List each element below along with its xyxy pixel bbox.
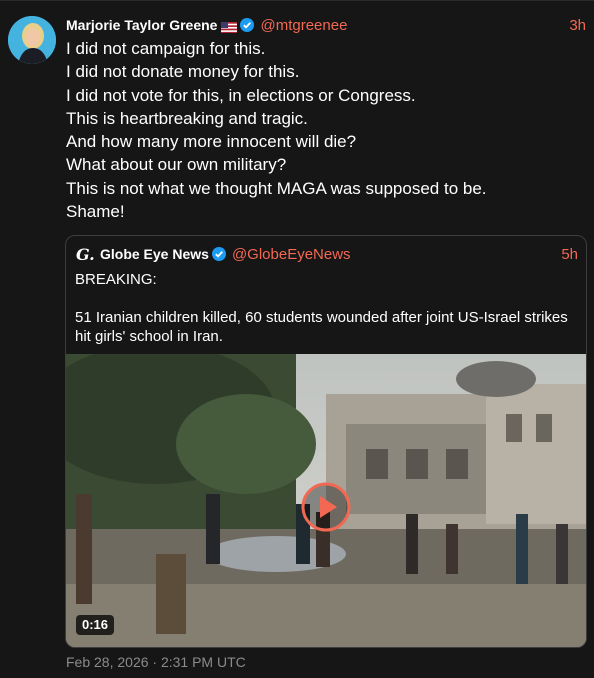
avatar-image xyxy=(8,16,56,64)
quote-header: G. Globe Eye News @GlobeEyeNews 5h xyxy=(76,244,578,264)
post-line: Shame! xyxy=(66,202,125,222)
avatar[interactable] xyxy=(8,16,56,64)
top-divider xyxy=(0,0,594,1)
post-line: I did not vote for this, in elections or… xyxy=(66,85,416,105)
video-duration: 0:16 xyxy=(76,615,115,635)
quote-logo: G. xyxy=(76,244,95,264)
post-time[interactable]: 3h xyxy=(569,17,586,34)
quote-author-handle[interactable]: @GlobeEyeNews xyxy=(232,246,351,263)
us-flag-icon xyxy=(221,20,238,33)
quoted-post[interactable]: G. Globe Eye News @GlobeEyeNews 5h BREAK… xyxy=(65,235,587,648)
quote-text: BREAKING: 51 Iranian children killed, 60… xyxy=(75,270,576,346)
post-line: I did not campaign for this. xyxy=(66,39,266,58)
post-header: Marjorie Taylor Greene @mtgreenee 3h xyxy=(66,15,586,35)
quote-text-line: 51 Iranian children killed, 60 students … xyxy=(75,309,568,345)
post-line: This is not what we thought MAGA was sup… xyxy=(66,178,487,198)
post-timestamp[interactable]: Feb 28, 2026 · 2:31 PM UTC xyxy=(66,654,246,670)
quote-time[interactable]: 5h xyxy=(561,246,578,263)
verified-badge-icon xyxy=(211,247,226,261)
author-name[interactable]: Marjorie Taylor Greene xyxy=(66,17,217,33)
post-line: I did not donate money for this. xyxy=(66,62,300,82)
quote-text-line: BREAKING: xyxy=(75,271,157,288)
video-player[interactable]: 0:16 xyxy=(66,354,586,647)
play-button-icon[interactable] xyxy=(301,482,351,532)
post-line: What about our own military? xyxy=(66,155,287,175)
post-text: I did not campaign for this. I did not d… xyxy=(66,37,574,223)
post-line: And how many more innocent will die? xyxy=(66,132,357,152)
post-line: This is heartbreaking and tragic. xyxy=(66,108,308,128)
verified-badge-icon xyxy=(240,18,255,32)
author-handle[interactable]: @mtgreenee xyxy=(260,17,347,34)
quote-author-name[interactable]: Globe Eye News xyxy=(100,246,209,262)
